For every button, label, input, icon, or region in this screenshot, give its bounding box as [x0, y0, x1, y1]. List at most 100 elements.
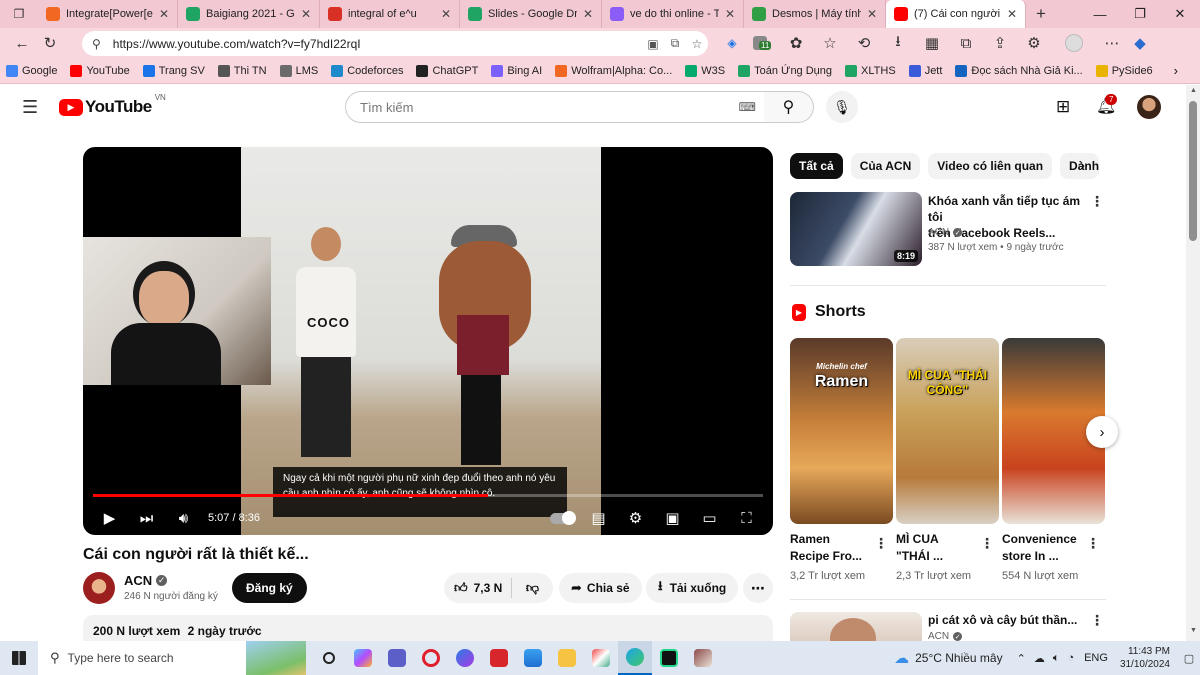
- maximize-icon[interactable]: ❐: [1120, 0, 1160, 28]
- wifi-icon[interactable]: ◔: [1067, 652, 1074, 664]
- channel-name-row[interactable]: ACN ✓: [124, 573, 168, 588]
- bookmark-item[interactable]: Wolfram|Alpha: Co...: [555, 64, 672, 77]
- copilot-taskbar-icon[interactable]: [346, 641, 380, 675]
- close-window-icon[interactable]: ✕: [1160, 0, 1200, 28]
- voice-search-button[interactable]: 🎙: [826, 91, 858, 123]
- tab-close-icon[interactable]: ✕: [439, 7, 453, 21]
- address-bar[interactable]: ⚲ https://www.youtube.com/watch?v=fy7hdI…: [82, 31, 708, 56]
- video-progress-bar[interactable]: [93, 494, 763, 497]
- devc-icon[interactable]: [482, 641, 516, 675]
- bookmark-item[interactable]: Đọc sách Nhà Giả Ki...: [955, 64, 1083, 77]
- minimize-icon[interactable]: —: [1080, 0, 1120, 28]
- account-avatar[interactable]: [1137, 95, 1161, 119]
- browser-tab[interactable]: Slides - Google Drive ✕: [460, 0, 602, 28]
- bookmark-item[interactable]: PySide6: [1095, 64, 1153, 77]
- short-thumbnail[interactable]: MÌ CUA "THÁI CÔNG": [896, 338, 999, 524]
- snipping-tool-icon[interactable]: [584, 641, 618, 675]
- reload-icon[interactable]: ↻: [36, 29, 64, 57]
- youtube-logo[interactable]: ▶ YouTube VN: [59, 93, 166, 117]
- short-title-line1[interactable]: Ramen: [790, 532, 830, 546]
- teams-icon[interactable]: [380, 641, 414, 675]
- bookmark-item[interactable]: XLTHS: [845, 64, 896, 77]
- favorite-star-icon[interactable]: ☆: [686, 37, 708, 51]
- task-view-icon[interactable]: [312, 641, 346, 675]
- extensions-puzzle-icon[interactable]: ✿: [782, 29, 810, 57]
- channel-name[interactable]: ACN: [124, 573, 152, 588]
- related-more-icon[interactable]: ⋮: [1090, 612, 1104, 629]
- edge-icon[interactable]: [618, 641, 652, 675]
- reading-view-icon[interactable]: ⧉: [664, 36, 686, 51]
- browser-tab[interactable]: (7) Cái con người rất l ✕: [886, 0, 1026, 28]
- collections-icon[interactable]: ⧉: [952, 29, 980, 57]
- share-button[interactable]: ➦ Chia sẻ: [559, 573, 642, 603]
- search-button[interactable]: ⚲: [764, 91, 814, 123]
- more-actions-button[interactable]: ⋯: [743, 573, 773, 603]
- bookmark-item[interactable]: Google: [6, 64, 57, 77]
- related-more-icon[interactable]: ⋮: [1090, 193, 1104, 210]
- apps-icon[interactable]: ▦: [918, 29, 946, 57]
- channel-avatar[interactable]: [83, 572, 115, 604]
- workspace-extension-icon[interactable]: ⚙: [1020, 29, 1048, 57]
- next-video-button[interactable]: ⏭: [128, 501, 165, 535]
- weather-widget[interactable]: ☁ 25°C Nhiều mây: [894, 649, 1003, 667]
- tab-close-icon[interactable]: ✕: [865, 7, 879, 21]
- profile-avatar-icon[interactable]: [1060, 29, 1088, 57]
- share-icon[interactable]: ⇪: [986, 29, 1014, 57]
- onedrive-icon[interactable]: ☁: [1034, 652, 1045, 665]
- keyboard-icon[interactable]: ⌨: [739, 100, 756, 114]
- search-input[interactable]: Tìm kiếm ⌨: [345, 91, 765, 123]
- browser-tab[interactable]: integral of e^u ✕: [320, 0, 460, 28]
- settings-gear-icon[interactable]: ⚙: [617, 501, 654, 535]
- tab-close-icon[interactable]: ✕: [157, 7, 171, 21]
- extension-badge-icon[interactable]: 11: [746, 29, 774, 57]
- related-thumbnail[interactable]: 8:19: [790, 192, 922, 266]
- tab-close-icon[interactable]: ✕: [1005, 7, 1019, 21]
- related-title[interactable]: pi cát xô và cây bút thần...: [928, 613, 1077, 627]
- scrollbar-down-arrow[interactable]: ▼: [1190, 627, 1197, 634]
- more-menu-icon[interactable]: ⋯: [1098, 29, 1126, 57]
- volume-button[interactable]: 🔊︎: [165, 501, 202, 535]
- chips-next-icon[interactable]: ›: [1080, 157, 1085, 174]
- bookmark-item[interactable]: LMS: [279, 64, 318, 77]
- bookmark-item[interactable]: Jett: [908, 64, 942, 77]
- new-tab-button[interactable]: +: [1026, 0, 1056, 28]
- browser-tab[interactable]: Desmos | Máy tính đồ ✕: [744, 0, 886, 28]
- browser-tab[interactable]: ve do thi online - Tìm ✕: [602, 0, 744, 28]
- bookmark-item[interactable]: W3S: [685, 64, 725, 77]
- favorites-icon[interactable]: ☆: [816, 29, 844, 57]
- play-button[interactable]: ▶: [91, 501, 128, 535]
- bookmark-item[interactable]: Thi TN: [217, 64, 267, 77]
- notifications-button[interactable]: 🔔︎ 7: [1096, 94, 1118, 116]
- bookmarks-overflow-icon[interactable]: ›: [1174, 63, 1178, 78]
- bookmark-item[interactable]: Bing AI: [491, 64, 542, 77]
- filter-chip[interactable]: Tất cả: [790, 153, 843, 179]
- bookmark-item[interactable]: Toán Ứng Dụng: [738, 64, 832, 77]
- scrollbar-up-arrow[interactable]: ▲: [1190, 87, 1197, 94]
- short-title-line1[interactable]: Convenience: [1002, 532, 1077, 546]
- short-title-line1[interactable]: MÌ CUA: [896, 532, 939, 546]
- file-explorer-icon[interactable]: [550, 641, 584, 675]
- create-video-icon[interactable]: ⊞: [1056, 97, 1070, 117]
- workspaces-icon[interactable]: ❐: [0, 0, 38, 28]
- photo-app-icon[interactable]: [686, 641, 720, 675]
- copilot-icon[interactable]: ◆: [1126, 29, 1154, 57]
- back-icon[interactable]: ←: [8, 29, 36, 57]
- chevron-up-icon[interactable]: ⌃: [1017, 652, 1026, 665]
- tab-close-icon[interactable]: ✕: [581, 7, 595, 21]
- download-button[interactable]: ⭳ Tải xuống: [646, 573, 739, 603]
- dislike-button[interactable]: 👎︎: [512, 580, 553, 596]
- hamburger-menu-icon[interactable]: ☰: [22, 97, 38, 118]
- autoplay-toggle[interactable]: [543, 501, 580, 535]
- fullscreen-button[interactable]: ⛶: [728, 501, 765, 535]
- short-title-line2[interactable]: "THÁI ...: [896, 549, 943, 563]
- translate-extension-icon[interactable]: ◈: [718, 29, 746, 57]
- jetbrains-icon[interactable]: [652, 641, 686, 675]
- tab-close-icon[interactable]: ✕: [723, 7, 737, 21]
- filter-chip[interactable]: Video có liên quan: [928, 153, 1053, 179]
- taskbar-search-box[interactable]: ⚲ Type here to search: [38, 641, 306, 675]
- url-text[interactable]: https://www.youtube.com/watch?v=fy7hdI22…: [113, 37, 642, 51]
- history-icon[interactable]: ⟲: [850, 29, 878, 57]
- bookmark-item[interactable]: ChatGPT: [416, 64, 478, 77]
- miniplayer-button[interactable]: ▣: [654, 501, 691, 535]
- page-scrollbar[interactable]: ▲ ▼: [1186, 85, 1200, 641]
